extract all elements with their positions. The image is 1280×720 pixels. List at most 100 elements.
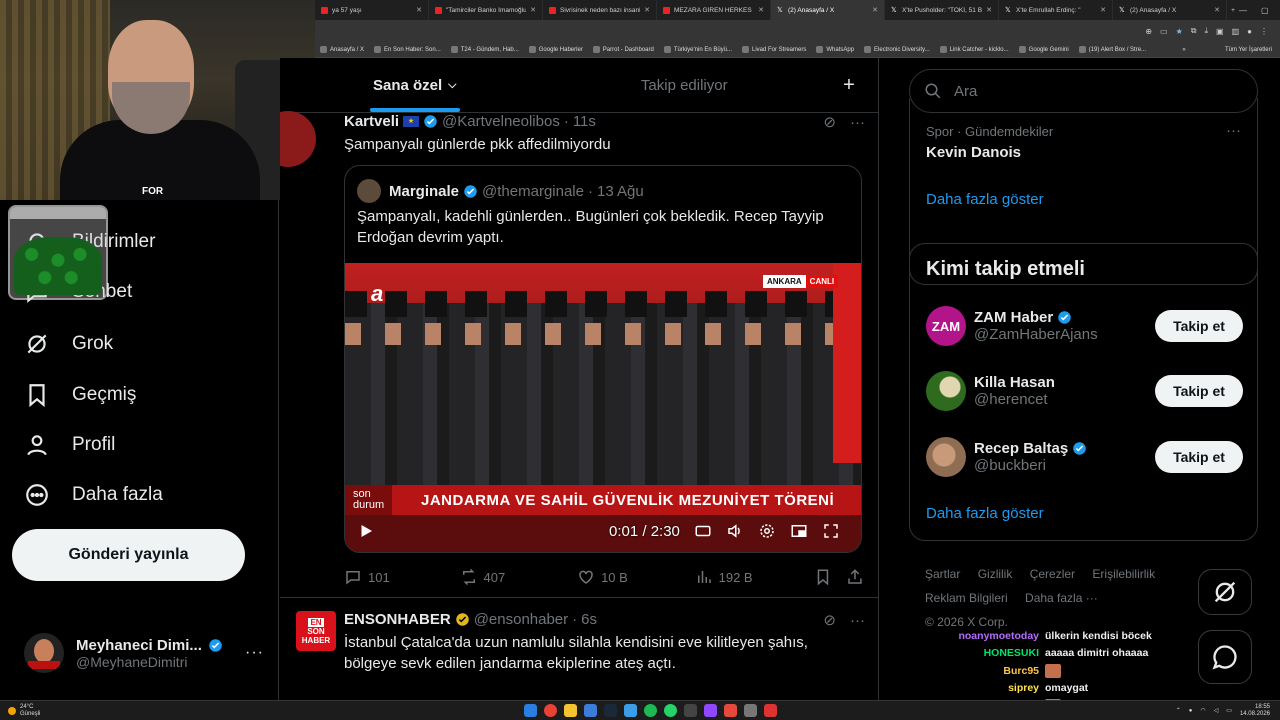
app-icon[interactable]: [624, 704, 637, 717]
browser-tab[interactable]: MEZARA GİREN HERKES BU YA ✕: [657, 0, 771, 20]
tweet-time[interactable]: 11s: [573, 113, 596, 130]
bookmark-item[interactable]: Link Catcher - kicklo...: [935, 46, 1014, 53]
avatar[interactable]: EN SON HABER: [296, 611, 336, 651]
account-more-icon[interactable]: ···: [245, 644, 264, 662]
bookmark-item[interactable]: En Son Haber: Son...: [369, 46, 446, 53]
clock[interactable]: 18:55 14.08.2026: [1240, 704, 1270, 718]
nav-profile[interactable]: Profil: [24, 432, 115, 458]
author-name[interactable]: ENSONHABER: [344, 611, 451, 628]
more-icon[interactable]: ···: [850, 114, 865, 131]
views-button[interactable]: 192 B: [695, 568, 815, 586]
trend-name[interactable]: Kevin Danois: [926, 144, 1021, 161]
tab-following[interactable]: Takip ediliyor: [550, 58, 820, 112]
follow-button[interactable]: Takip et: [1155, 441, 1243, 473]
bookmark-item[interactable]: Google Haberler: [524, 46, 588, 53]
grok-floating-button[interactable]: [1198, 569, 1252, 615]
bookmarks-overflow-icon[interactable]: »: [1182, 47, 1193, 53]
bookmark-item[interactable]: Parrot - Dashboard: [588, 46, 659, 53]
bookmark-item[interactable]: Google Gemini: [1014, 46, 1074, 53]
more-icon[interactable]: ···: [850, 612, 865, 629]
twitch-icon[interactable]: [704, 704, 717, 717]
browser-tab[interactable]: Sivrisinek neden bazı insanları ✕: [543, 0, 657, 20]
add-feed-icon[interactable]: +: [819, 58, 878, 112]
app-icon[interactable]: [684, 704, 697, 717]
close-tab-icon[interactable]: ✕: [416, 6, 422, 14]
browser-tab[interactable]: 𝕏 X'te Pusholder: "TOKİ, 51 B ✕: [885, 0, 999, 20]
footer-link[interactable]: Gizlilik: [978, 562, 1013, 586]
footer-link[interactable]: Şartlar: [925, 562, 960, 586]
post-button[interactable]: Gönderi yayınla: [12, 529, 245, 581]
browser-tab[interactable]: ya 57 yaşı ✕: [315, 0, 429, 20]
zoom-icon[interactable]: ⊕: [1145, 27, 1152, 36]
store-icon[interactable]: [584, 704, 597, 717]
captions-icon[interactable]: [694, 522, 712, 540]
close-tab-icon[interactable]: ✕: [644, 6, 650, 14]
tab-search-icon[interactable]: ▣: [1216, 27, 1224, 36]
share-icon[interactable]: [846, 568, 864, 586]
footer-link[interactable]: Daha fazla ···: [1025, 586, 1098, 610]
speaker-icon[interactable]: ◁: [1214, 707, 1219, 714]
repost-button[interactable]: 407: [460, 568, 578, 586]
trend-more-icon[interactable]: ···: [1226, 122, 1241, 139]
download-icon[interactable]: ⤓: [1204, 26, 1208, 36]
follow-button[interactable]: Takip et: [1155, 310, 1243, 342]
app-icon[interactable]: [724, 704, 737, 717]
bookmark-item[interactable]: Electronic Diversity...: [859, 46, 935, 53]
author-handle[interactable]: @Kartvelneolibos: [442, 113, 560, 130]
trends-show-more-link[interactable]: Daha fazla göster: [926, 191, 1044, 208]
new-tab-button[interactable]: +: [1227, 0, 1239, 20]
volume-icon[interactable]: [726, 522, 744, 540]
battery-icon[interactable]: ▭: [1226, 707, 1232, 714]
footer-link[interactable]: Çerezler: [1030, 562, 1075, 586]
browser-tab[interactable]: "Tamirciler Banko İmamoğlu'n ✕: [429, 0, 543, 20]
spotify-icon[interactable]: [644, 704, 657, 717]
follow-suggestion-row[interactable]: Killa Hasan @herencet Takip et: [926, 369, 1243, 413]
follow-button[interactable]: Takip et: [1155, 375, 1243, 407]
avatar[interactable]: ZAM: [926, 306, 966, 346]
close-tab-icon[interactable]: ✕: [1214, 6, 1220, 14]
maximize-icon[interactable]: ▢: [1261, 6, 1269, 15]
avatar[interactable]: [926, 437, 966, 477]
app-icon[interactable]: [744, 704, 757, 717]
account-switcher[interactable]: Meyhaneci Dimi... @MeyhaneDimitri ···: [24, 630, 264, 676]
star-icon[interactable]: ★: [1176, 27, 1183, 36]
profile-icon[interactable]: ●: [1247, 27, 1252, 36]
browser-tab[interactable]: 𝕏 X'te Emrullah Erdinç: " ✕: [999, 0, 1113, 20]
settings-icon[interactable]: [758, 522, 776, 540]
wifi-icon[interactable]: ◠: [1200, 707, 1205, 714]
cast-icon[interactable]: ▭: [1160, 27, 1168, 36]
all-bookmarks-link[interactable]: Tüm Yer İşaretleri: [1225, 47, 1280, 53]
who-to-follow-show-more-link[interactable]: Daha fazla göster: [926, 505, 1044, 522]
whatsapp-icon[interactable]: [664, 704, 677, 717]
author-handle[interactable]: @ensonhaber: [474, 611, 568, 628]
menu-icon[interactable]: ⋮: [1260, 27, 1268, 36]
browser-tab[interactable]: 𝕏 (2) Anasayfa / X ✕: [771, 0, 885, 20]
nav-more[interactable]: Daha fazla: [24, 482, 163, 508]
tweet-time[interactable]: 6s: [581, 611, 597, 628]
bookmark-item[interactable]: (19) Alert Box / Stre...: [1074, 46, 1151, 53]
footer-link[interactable]: Reklam Bilgileri: [925, 586, 1008, 610]
fullscreen-icon[interactable]: [822, 522, 840, 540]
bookmark-item[interactable]: Anasayfa / X: [315, 46, 369, 53]
grok-icon[interactable]: ⊘: [823, 113, 836, 131]
nav-bookmarks[interactable]: Geçmiş: [24, 382, 136, 408]
bookmark-item[interactable]: Türkiye'nin En Büyü...: [659, 46, 737, 53]
close-tab-icon[interactable]: ✕: [872, 6, 878, 14]
app-icon[interactable]: [764, 704, 777, 717]
steam-icon[interactable]: [604, 704, 617, 717]
bookmark-item[interactable]: WhatsApp: [811, 46, 859, 53]
minimize-icon[interactable]: —: [1239, 6, 1247, 15]
bookmark-item[interactable]: Livad For Streamers: [737, 46, 811, 53]
start-icon[interactable]: [524, 704, 537, 717]
quoted-tweet[interactable]: Marginale @themarginale · 13 Ağu Şampany…: [344, 165, 862, 553]
tab-for-you[interactable]: Sana özel ⌵: [280, 58, 550, 112]
bookmark-item[interactable]: T24 - Gündem, Hab...: [446, 46, 524, 53]
footer-link[interactable]: Erişilebilirlik: [1092, 562, 1155, 586]
close-tab-icon[interactable]: ✕: [986, 6, 992, 14]
play-icon[interactable]: [357, 522, 375, 540]
close-tab-icon[interactable]: ✕: [530, 6, 536, 14]
extensions-icon[interactable]: ⧉: [1191, 26, 1197, 36]
close-tab-icon[interactable]: ✕: [758, 6, 764, 14]
pip-icon[interactable]: [790, 522, 808, 540]
avatar[interactable]: [926, 371, 966, 411]
